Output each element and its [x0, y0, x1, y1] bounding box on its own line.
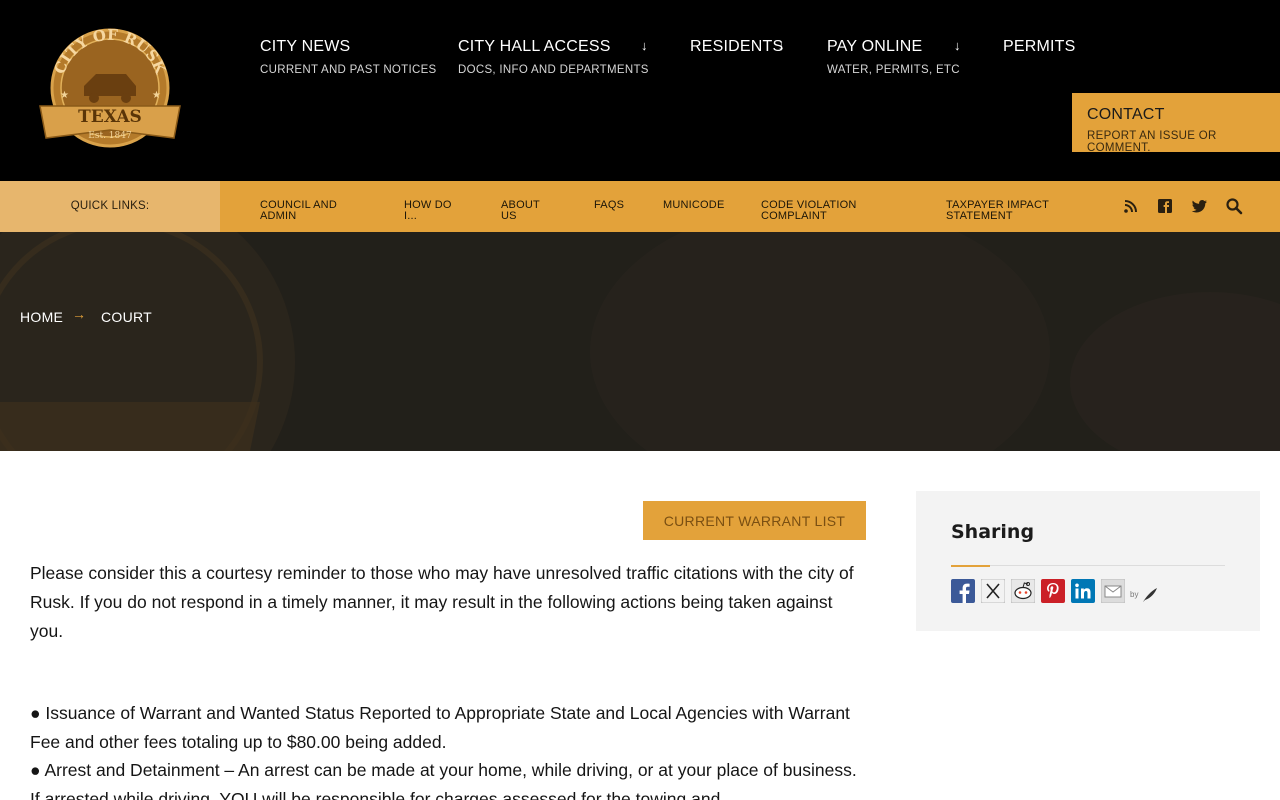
quick-link-line: ADMIN — [260, 210, 297, 222]
site-header: CITY OF RUSK TEXAS Est. 1847 ★ ★ CITY NE… — [0, 0, 1280, 181]
breadcrumb-home-link[interactable]: HOME — [20, 309, 63, 325]
svg-text:★: ★ — [60, 90, 69, 101]
nav-pay-online-sub: WATER, PERMITS, ETC — [827, 64, 960, 76]
quick-links-label: QUICK LINKS: — [0, 181, 220, 232]
quick-link-about-us[interactable]: ABOUT US — [501, 200, 540, 222]
linkedin-share-icon[interactable] — [1071, 579, 1095, 603]
city-hall-dropdown-arrow-icon[interactable]: ↓ — [641, 38, 648, 53]
quick-link-line: FAQS — [594, 199, 625, 211]
quick-link-line: STATEMENT — [946, 210, 1013, 222]
city-seal-logo[interactable]: CITY OF RUSK TEXAS Est. 1847 ★ ★ — [36, 26, 184, 150]
nav-residents-title: RESIDENTS — [690, 38, 784, 55]
x-share-icon[interactable] — [980, 578, 1006, 604]
svg-text:TEXAS: TEXAS — [78, 107, 142, 127]
reddit-share-icon[interactable] — [1010, 578, 1036, 604]
title-underline-accent — [951, 565, 990, 567]
nav-permits[interactable]: PERMITS — [1003, 38, 1076, 56]
by-text: by — [1130, 590, 1139, 599]
pinterest-share-icon[interactable] — [1041, 579, 1065, 603]
quick-link-line: COMPLAINT — [761, 210, 827, 222]
quick-link-faqs[interactable]: FAQS — [594, 200, 624, 211]
svg-text:Est. 1847: Est. 1847 — [88, 131, 132, 141]
quick-link-line: MUNICODE — [663, 199, 725, 211]
residents-dropdown-arrow-icon[interactable]: ↓ — [778, 38, 785, 53]
nav-pay-online-title: PAY ONLINE — [827, 38, 923, 55]
quick-link-line: US — [501, 210, 517, 222]
page-hero-banner: HOME → COURT — [0, 232, 1280, 451]
courtesy-reminder-paragraph: Please consider this a courtesy reminder… — [30, 563, 854, 641]
svg-text:★: ★ — [152, 90, 161, 101]
quick-link-code-violation-complaint[interactable]: CODE VIOLATION COMPLAINT — [761, 200, 857, 222]
arrest-bullet: ● Arrest and Detainment – An arrest can … — [30, 760, 857, 800]
nav-permits-title: PERMITS — [1003, 38, 1076, 55]
sharing-title: Sharing — [951, 521, 1035, 543]
pay-online-dropdown-arrow-icon[interactable]: ↓ — [954, 38, 961, 53]
hero-seal-watermark-icon — [0, 232, 1280, 451]
quick-link-taxpayer-impact-statement[interactable]: TAXPAYER IMPACT STATEMENT — [946, 200, 1049, 222]
breadcrumb-arrow-icon: → — [72, 306, 86, 322]
shareaholic-by-label[interactable]: by — [1130, 587, 1159, 603]
feather-icon — [1142, 588, 1157, 602]
contact-sub: REPORT AN ISSUE OR COMMENT. — [1087, 130, 1217, 154]
quick-link-how-do-i[interactable]: HOW DO I... — [404, 200, 452, 222]
facebook-share-icon[interactable] — [951, 579, 975, 603]
nav-city-news[interactable]: CITY NEWS CURRENT AND PAST NOTICES — [260, 38, 437, 76]
rss-icon[interactable] — [1122, 197, 1140, 215]
quick-link-municode[interactable]: MUNICODE — [663, 200, 725, 211]
warrant-bullet: ● Issuance of Warrant and Wanted Status … — [30, 703, 850, 752]
title-underline — [990, 565, 1225, 566]
quick-link-line: I... — [404, 210, 418, 222]
current-warrant-list-button[interactable]: CURRENT WARRANT LIST — [643, 501, 866, 540]
nav-pay-online[interactable]: PAY ONLINE WATER, PERMITS, ETC — [827, 38, 960, 76]
nav-city-hall-title: CITY HALL ACCESS — [458, 38, 611, 55]
twitter-icon[interactable] — [1191, 197, 1209, 215]
nav-city-hall-access[interactable]: CITY HALL ACCESS DOCS, INFO AND DEPARTME… — [458, 38, 649, 76]
breadcrumb-current: COURT — [101, 309, 153, 325]
contact-button[interactable]: CONTACT REPORT AN ISSUE OR COMMENT. — [1072, 93, 1280, 154]
nav-residents[interactable]: RESIDENTS — [690, 38, 783, 56]
email-share-icon[interactable] — [1100, 578, 1126, 604]
sharing-widget: Sharing by — [916, 491, 1260, 631]
quick-link-council-admin[interactable]: COUNCIL AND ADMIN — [260, 200, 337, 222]
nav-city-hall-sub: DOCS, INFO AND DEPARTMENTS — [458, 64, 649, 76]
search-icon[interactable] — [1225, 197, 1243, 215]
nav-city-news-sub: CURRENT AND PAST NOTICES — [260, 64, 437, 76]
facebook-icon[interactable] — [1156, 197, 1174, 215]
contact-title: CONTACT — [1087, 106, 1165, 123]
quick-links-bar: QUICK LINKS: COUNCIL AND ADMIN HOW DO I.… — [0, 181, 1280, 232]
nav-city-news-title: CITY NEWS — [260, 38, 351, 55]
